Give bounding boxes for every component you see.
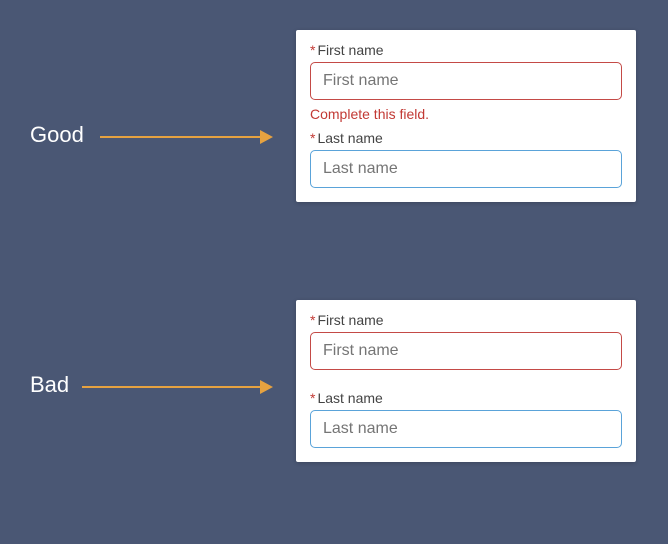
last-name-label-text: Last name (317, 390, 382, 406)
first-name-label: *First name (310, 42, 622, 58)
last-name-label: *Last name (310, 130, 622, 146)
required-mark-icon: * (310, 312, 315, 328)
first-name-label-text: First name (317, 312, 383, 328)
good-label: Good (30, 122, 84, 148)
first-name-input[interactable] (310, 332, 622, 370)
required-mark-icon: * (310, 390, 315, 406)
first-name-input[interactable] (310, 62, 622, 100)
first-name-label-text: First name (317, 42, 383, 58)
last-name-input[interactable] (310, 150, 622, 188)
form-card-good: *First name Complete this field. *Last n… (296, 30, 636, 202)
first-name-label: *First name (310, 312, 622, 328)
required-mark-icon: * (310, 130, 315, 146)
last-name-label-text: Last name (317, 130, 382, 146)
error-message: Complete this field. (310, 106, 622, 122)
last-name-label: *Last name (310, 390, 622, 406)
form-card-bad: *First name *Last name (296, 300, 636, 462)
arrow-icon (100, 130, 273, 144)
required-mark-icon: * (310, 42, 315, 58)
bad-label: Bad (30, 372, 69, 398)
last-name-input[interactable] (310, 410, 622, 448)
arrow-icon (82, 380, 273, 394)
